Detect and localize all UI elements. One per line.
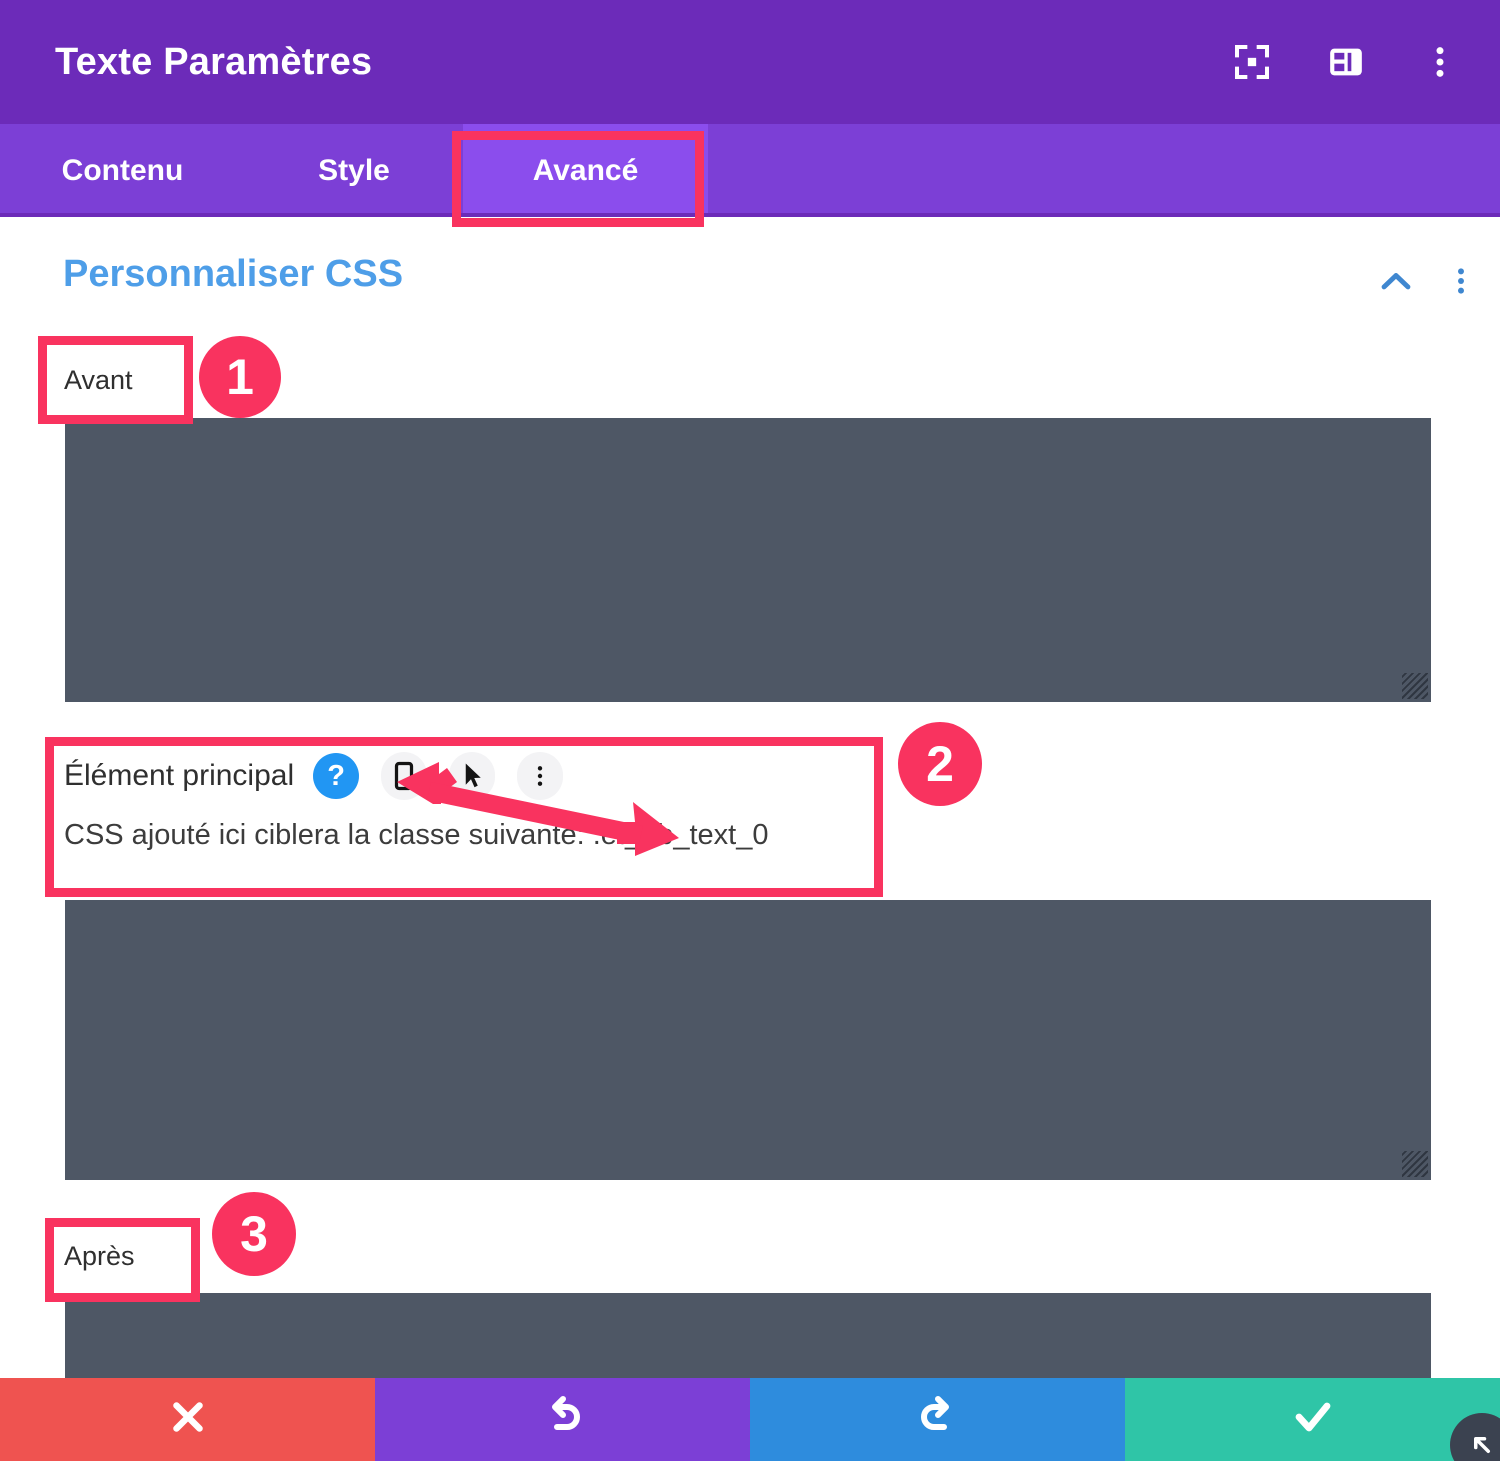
panel-titlebar: Texte Paramètres bbox=[0, 0, 1500, 124]
annotation-box-tab-avance bbox=[452, 131, 704, 227]
annotation-badge-2: 2 bbox=[898, 722, 982, 806]
module-settings-panel: Texte Paramètres Contenu Style Avancé Pe… bbox=[0, 0, 1500, 1461]
section-header-actions bbox=[1374, 259, 1478, 308]
more-vertical-icon[interactable] bbox=[1418, 40, 1462, 84]
undo-icon bbox=[539, 1393, 587, 1446]
annotation-box-element-principal bbox=[45, 737, 883, 897]
tabbar: Contenu Style Avancé bbox=[0, 124, 1500, 217]
annotation-box-avant bbox=[38, 336, 193, 424]
close-icon bbox=[165, 1394, 211, 1445]
section-title: Personnaliser CSS bbox=[63, 253, 404, 295]
titlebar-actions bbox=[1230, 0, 1462, 124]
annotation-badge-3: 3 bbox=[212, 1192, 296, 1276]
textarea-apres[interactable] bbox=[65, 1293, 1431, 1378]
chevron-up-icon[interactable] bbox=[1374, 259, 1418, 308]
check-icon bbox=[1289, 1393, 1337, 1446]
redo-icon bbox=[914, 1393, 962, 1446]
section-header-custom-css: Personnaliser CSS bbox=[0, 253, 1500, 325]
page-title: Texte Paramètres bbox=[55, 40, 373, 83]
tab-style[interactable]: Style bbox=[245, 124, 463, 217]
undo-button[interactable] bbox=[375, 1378, 750, 1461]
fullscreen-focus-icon[interactable] bbox=[1230, 40, 1274, 84]
layout-panel-icon[interactable] bbox=[1324, 40, 1368, 84]
textarea-avant[interactable] bbox=[65, 418, 1431, 702]
resize-handle[interactable] bbox=[1402, 673, 1428, 699]
save-button[interactable] bbox=[1125, 1378, 1500, 1461]
annotation-badge-1: 1 bbox=[199, 336, 281, 418]
footer-actions bbox=[0, 1378, 1500, 1461]
annotation-box-apres bbox=[45, 1218, 200, 1302]
resize-handle[interactable] bbox=[1402, 1151, 1428, 1177]
more-vertical-icon[interactable] bbox=[1444, 259, 1478, 308]
tab-contenu[interactable]: Contenu bbox=[0, 124, 245, 217]
cancel-button[interactable] bbox=[0, 1378, 375, 1461]
textarea-element-principal[interactable] bbox=[65, 900, 1431, 1180]
redo-button[interactable] bbox=[750, 1378, 1125, 1461]
